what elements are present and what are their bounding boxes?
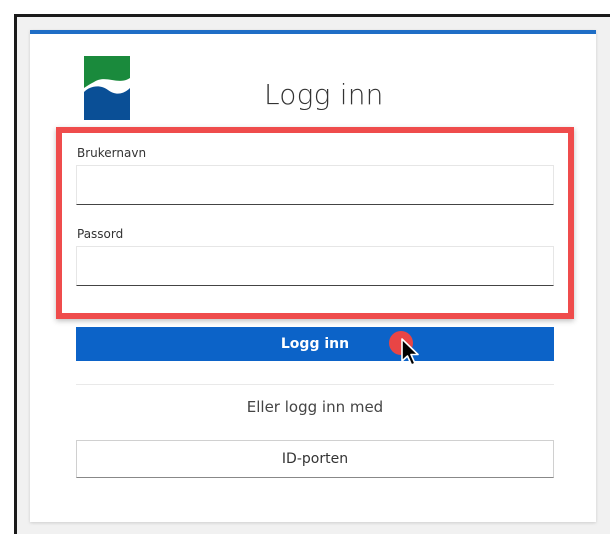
username-label: Brukernavn bbox=[77, 146, 147, 160]
brand-logo-icon bbox=[84, 56, 130, 120]
password-label: Passord bbox=[77, 227, 124, 241]
username-field[interactable] bbox=[76, 165, 554, 205]
divider bbox=[76, 384, 554, 385]
mouse-pointer-icon bbox=[401, 338, 419, 366]
alternative-login-text: Eller logg inn med bbox=[246, 398, 384, 416]
login-button[interactable]: Logg inn bbox=[76, 327, 554, 361]
idporten-button[interactable]: ID-porten bbox=[76, 440, 554, 478]
password-field[interactable] bbox=[76, 246, 554, 286]
page-title: Logg inn bbox=[264, 78, 384, 111]
